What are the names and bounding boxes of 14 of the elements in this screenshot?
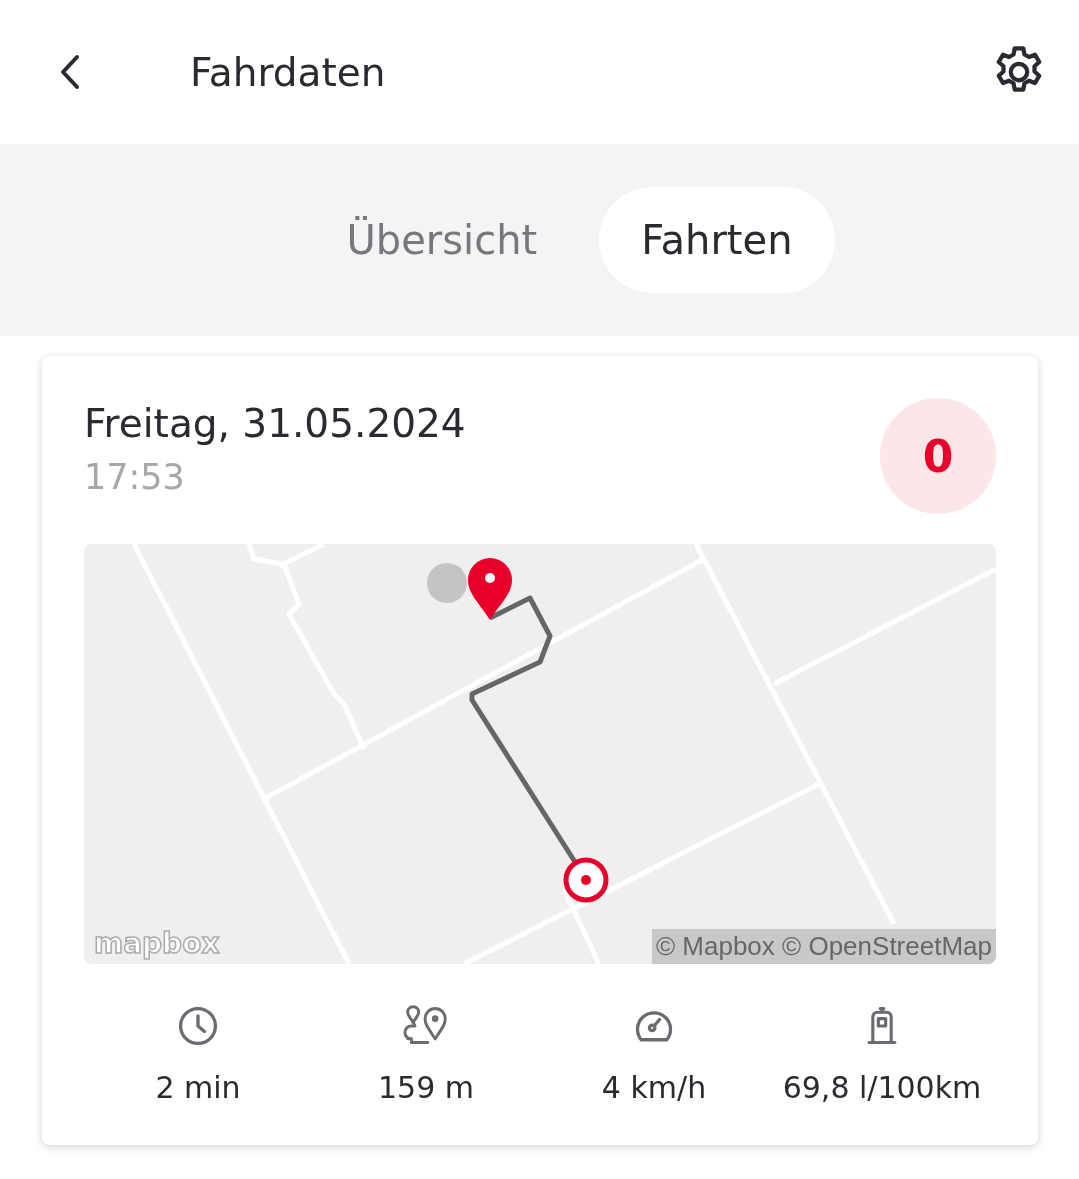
stat-value: 159 m (378, 1070, 474, 1105)
tab[interactable]: Fahrten (599, 187, 835, 293)
stat-value: 4 km/h (601, 1070, 707, 1105)
tab[interactable]: Übersicht (304, 187, 580, 293)
map-attribution[interactable]: © Mapbox © OpenStreetMap (651, 929, 996, 964)
stat-value: 69,8 l/100km (782, 1070, 982, 1105)
trip-card[interactable]: Freitag, 31.05.2024 17:53 0 mapbox © Mapbox © OpenStreetMap 2 min 159 m 4 km/h 69,8 l/100km (42, 356, 1038, 1145)
stat-value: 2 min (155, 1070, 241, 1105)
score-badge: 0 (880, 398, 996, 514)
page-title: Fahrdaten (190, 49, 387, 95)
trip-date: Freitag, 31.05.2024 (84, 400, 466, 448)
trip-time: 17:53 (84, 456, 186, 499)
clock-icon (176, 1004, 220, 1048)
map-logo: mapbox (93, 927, 222, 960)
